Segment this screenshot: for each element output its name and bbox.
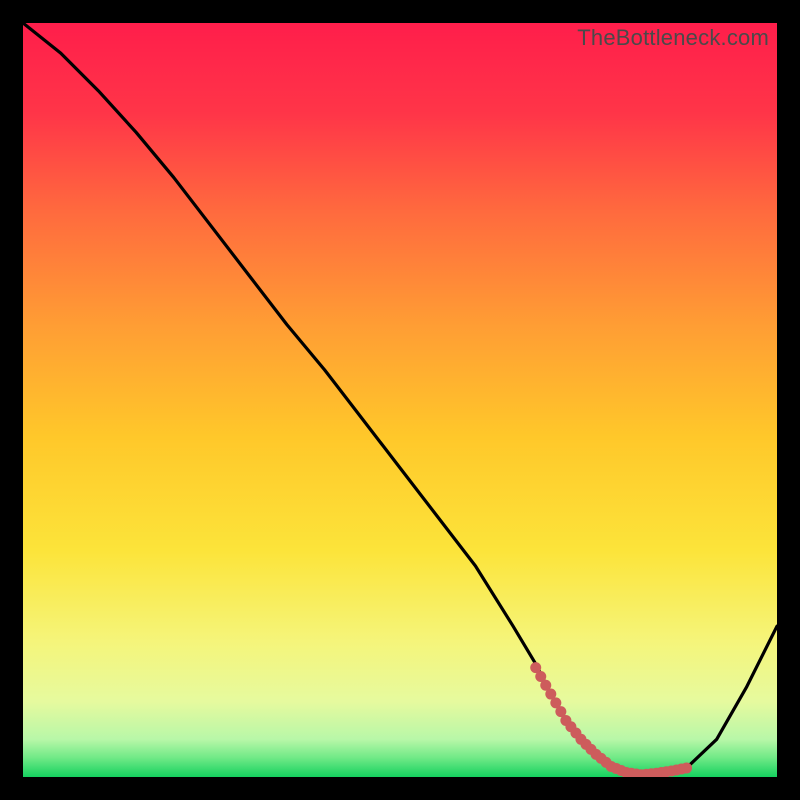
gradient-rect [23,23,777,777]
chart-frame: TheBottleneck.com [0,0,800,800]
plot-svg [23,23,777,777]
sweet-spot-dot [681,762,692,773]
plot-area: TheBottleneck.com [23,23,777,777]
watermark-text: TheBottleneck.com [577,25,769,51]
